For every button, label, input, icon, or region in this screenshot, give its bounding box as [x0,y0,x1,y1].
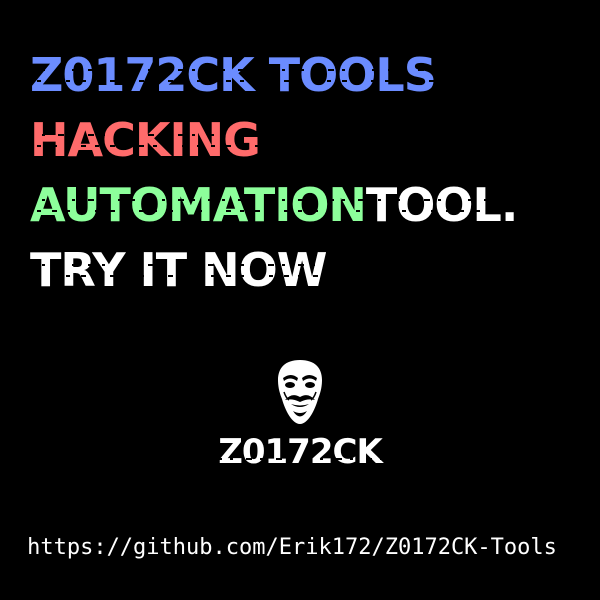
headline-line-1: Z0172CK TOOLS [28,43,590,108]
headline: Z0172CK TOOLS HACKING AUTOMATION TOOL. T… [27,43,590,303]
headline-hacking: HACKING [28,108,262,173]
github-url[interactable]: https://github.com/Erik172/Z0172CK-Tools [0,535,584,560]
headline-line-2: HACKING [28,108,590,173]
brand-name: Z0172CK [0,432,600,472]
headline-tool: TOOL. [363,173,520,238]
headline-automation: AUTOMATION [28,173,368,238]
headline-cta: TRY IT NOW [27,238,329,303]
headline-title: Z0172CK TOOLS [28,43,438,108]
poster: Z0172CK TOOLS HACKING AUTOMATION TOOL. T… [0,0,600,600]
mask-icon [278,360,322,424]
brand-name-text: Z0172CK [216,432,384,472]
headline-line-4: TRY IT NOW [27,238,590,303]
headline-line-3: AUTOMATION TOOL. [28,173,590,238]
